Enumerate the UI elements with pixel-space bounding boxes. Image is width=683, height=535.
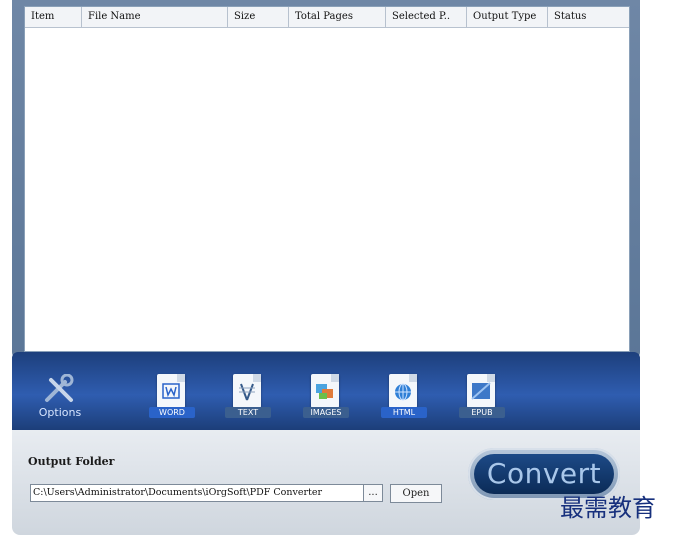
table-header: Item File Name Size Total Pages Selected…: [25, 7, 629, 28]
options-button[interactable]: Options: [38, 374, 82, 419]
epub-document-icon: [467, 374, 495, 408]
file-list-frame: Item File Name Size Total Pages Selected…: [12, 0, 640, 360]
format-text-button[interactable]: TEXT: [225, 374, 271, 420]
column-header-item[interactable]: Item: [25, 7, 82, 27]
column-header-total-pages[interactable]: Total Pages: [289, 7, 386, 27]
column-header-file-name[interactable]: File Name: [82, 7, 228, 27]
format-images-button[interactable]: IMAGES: [303, 374, 349, 420]
app-window: Item File Name Size Total Pages Selected…: [12, 0, 640, 535]
file-table[interactable]: Item File Name Size Total Pages Selected…: [24, 6, 630, 352]
format-epub-button[interactable]: EPUB: [459, 374, 505, 420]
output-panel: Output Folder C:\Users\Administrator\Doc…: [12, 430, 640, 535]
word-document-icon: [157, 374, 185, 408]
options-label: Options: [38, 406, 82, 419]
column-header-selected-pages[interactable]: Selected P..: [386, 7, 467, 27]
format-epub-label: EPUB: [459, 407, 505, 418]
format-html-label: HTML: [381, 407, 427, 418]
column-header-size[interactable]: Size: [228, 7, 289, 27]
column-header-status[interactable]: Status: [548, 7, 629, 27]
browse-button[interactable]: ...: [363, 484, 383, 502]
format-text-label: TEXT: [225, 407, 271, 418]
format-toolbar: Options WORD TEXT IMAGES HTML EPUB: [12, 352, 640, 430]
format-images-label: IMAGES: [303, 407, 349, 418]
open-folder-button[interactable]: Open: [390, 484, 442, 503]
output-folder-label: Output Folder: [28, 455, 115, 468]
text-document-icon: [233, 374, 261, 408]
format-word-button[interactable]: WORD: [149, 374, 195, 420]
format-word-label: WORD: [149, 407, 195, 418]
wrench-screwdriver-icon: [45, 374, 74, 402]
output-path-field[interactable]: C:\Users\Administrator\Documents\iOrgSof…: [30, 484, 364, 502]
format-html-button[interactable]: HTML: [381, 374, 427, 420]
watermark-text: 最需教育: [560, 494, 656, 522]
column-header-output-type[interactable]: Output Type: [467, 7, 548, 27]
html-globe-icon: [389, 374, 417, 408]
images-document-icon: [311, 374, 339, 408]
